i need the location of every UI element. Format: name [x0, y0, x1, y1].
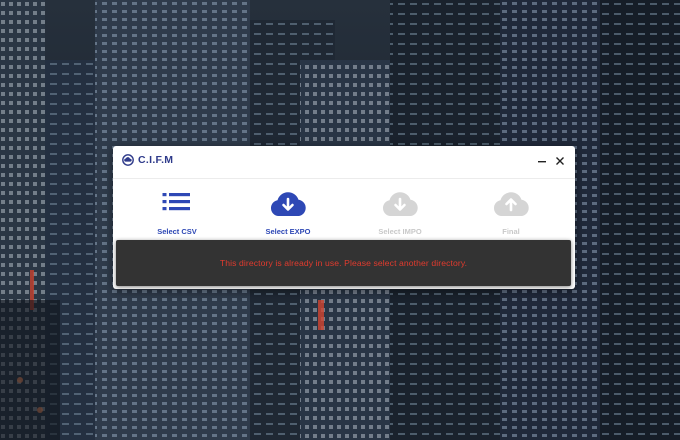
cloud-upload-icon: [493, 192, 529, 216]
step-select-csv[interactable]: Select CSV: [122, 191, 232, 236]
app-title: C.I.F.M: [138, 154, 174, 166]
cloud-download-icon: [270, 192, 306, 216]
step-label: Final: [502, 227, 520, 236]
minimize-button[interactable]: [534, 153, 550, 169]
step-select-expo[interactable]: Select EXPO: [233, 191, 343, 236]
wizard-dialog: C.I.F.M Select CSV Select EXPO Select IM…: [113, 146, 575, 289]
step-label: Select IMPO: [378, 227, 422, 236]
step-select-impo[interactable]: Select IMPO: [345, 191, 455, 236]
toast-message: This directory is already in use. Please…: [219, 258, 468, 268]
cloud-download-icon: [382, 192, 418, 216]
list-icon: [162, 193, 190, 211]
wizard-steps: Select CSV Select EXPO Select IMPO Final: [113, 191, 575, 241]
app-logo-icon: [122, 154, 134, 166]
step-final[interactable]: Final: [456, 191, 566, 236]
dialog-titlebar: C.I.F.M: [113, 146, 575, 179]
close-icon: [556, 157, 564, 165]
close-button[interactable]: [552, 153, 568, 169]
step-label: Select EXPO: [265, 227, 311, 236]
minimize-icon: [538, 161, 546, 163]
step-label: Select CSV: [157, 227, 197, 236]
app-brand: C.I.F.M: [122, 154, 173, 166]
error-toast: This directory is already in use. Please…: [116, 240, 571, 286]
